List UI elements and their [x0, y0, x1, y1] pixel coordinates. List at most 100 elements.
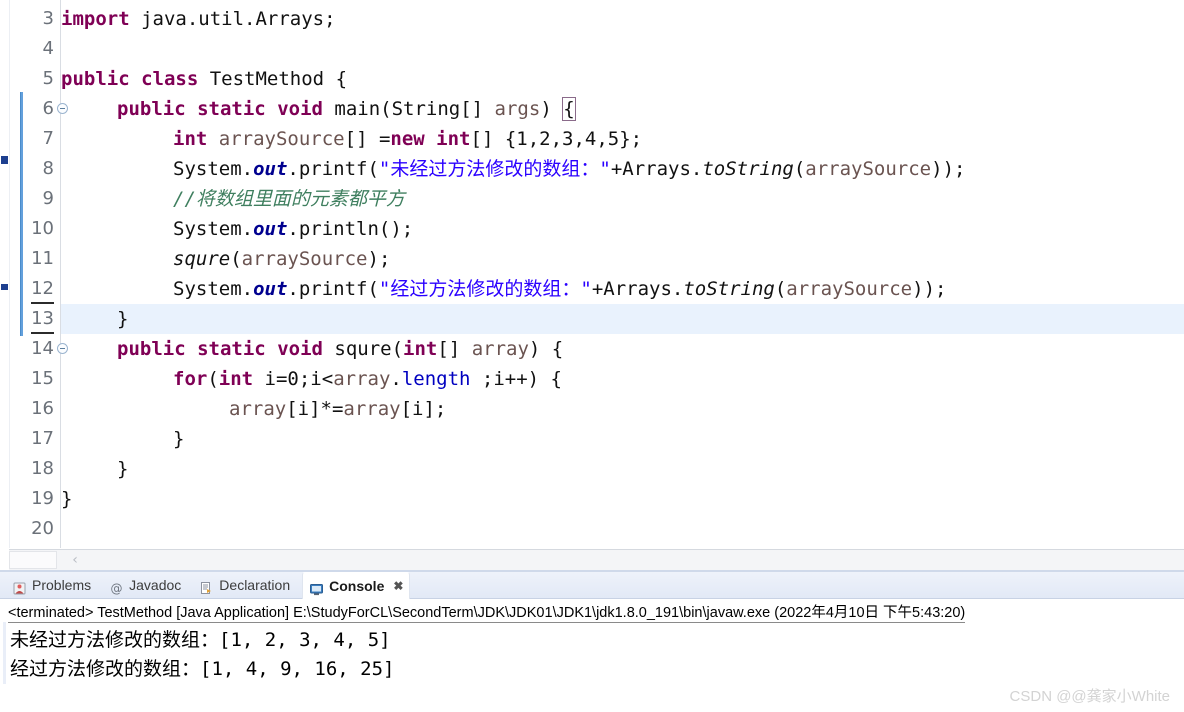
code-line[interactable]: for(int i=0;i<array.length ;i++) { — [61, 364, 1184, 394]
code-token: } — [117, 458, 129, 480]
line-number: 3 — [42, 8, 54, 29]
close-icon[interactable]: ✖ — [393, 573, 403, 599]
line-number-row: 9 — [23, 184, 60, 214]
java-editor[interactable]: 3 4 5 6 7 8 9 10 11 12 13 14 15 16 17 18 19 20 import jav… — [0, 0, 1184, 548]
code-token: arraySource — [218, 128, 345, 150]
code-line[interactable]: } — [61, 454, 1184, 484]
line-number: 9 — [42, 188, 54, 209]
line-number-row: 11 — [23, 244, 60, 274]
code-line[interactable]: import java.util.Arrays; — [61, 4, 1184, 34]
line-number-gutter: 3 4 5 6 7 8 9 10 11 12 13 14 15 16 17 18 19 20 — [23, 0, 68, 548]
scroll-left-arrow-icon[interactable]: ‹ — [67, 552, 83, 568]
line-number-row: 14 — [23, 334, 68, 364]
line-number-row: 19 — [23, 484, 60, 514]
code-token: int — [218, 368, 254, 390]
problems-icon — [12, 578, 27, 594]
annotation-marker[interactable] — [1, 284, 8, 290]
code-line[interactable]: System.out.printf("经过方法修改的数组："+Arrays.to… — [61, 274, 1184, 304]
code-token: )); — [931, 158, 966, 180]
code-token: .printf( — [287, 158, 379, 180]
line-number: 10 — [31, 218, 54, 239]
code-line-text: System.out.println(); — [173, 214, 413, 244]
code-token: length — [401, 368, 471, 390]
code-token: .println(); — [287, 218, 414, 240]
code-line-text: } — [173, 424, 184, 454]
code-token: array — [471, 338, 529, 360]
code-line[interactable] — [61, 34, 1184, 64]
code-line[interactable] — [61, 514, 1184, 544]
code-token: +Arrays. — [610, 158, 703, 180]
eclipse-ide-screenshot: 3 4 5 6 7 8 9 10 11 12 13 14 15 16 17 18 19 20 import jav… — [0, 0, 1184, 712]
code-token: [] — [437, 338, 472, 360]
code-token: out — [253, 158, 288, 180]
line-number: 18 — [31, 458, 54, 479]
console-output-line: 经过方法修改的数组：[1, 4, 9, 16, 25] — [10, 658, 395, 680]
code-token: "经过方法修改的数组：" — [378, 278, 592, 300]
code-token: System. — [173, 218, 254, 240]
code-token: class — [141, 68, 199, 90]
code-line[interactable]: int arraySource[] =new int[] {1,2,3,4,5}… — [61, 124, 1184, 154]
line-number-row: 20 — [23, 514, 60, 544]
annotation-marker[interactable] — [1, 156, 8, 164]
editor-horizontal-scrollbar[interactable]: ‹ — [9, 549, 1184, 570]
code-token: main(String[] — [322, 98, 495, 120]
tab-label: Javadoc — [129, 577, 182, 593]
code-token: public — [61, 68, 130, 90]
code-line[interactable]: } — [61, 424, 1184, 454]
code-line-text: array[i]*=array[i]; — [229, 394, 446, 424]
line-number: 4 — [42, 38, 54, 59]
code-token: ( — [207, 368, 219, 390]
code-token: int — [173, 128, 208, 150]
code-line-text: int arraySource[] =new int[] {1,2,3,4,5}… — [173, 124, 642, 154]
code-line[interactable]: public static void squre(int[] array) { — [61, 334, 1184, 364]
console-icon — [309, 579, 324, 595]
code-token: System. — [173, 158, 254, 180]
code-token: public — [117, 338, 186, 360]
code-token: TestMethod { — [198, 68, 348, 90]
code-line[interactable]: } — [61, 484, 1184, 514]
code-token: array — [343, 398, 401, 420]
tab-console[interactable]: Console ✖ — [302, 572, 411, 599]
code-line[interactable]: System.out.printf("未经过方法修改的数组："+Arrays.t… — [61, 154, 1184, 184]
code-line[interactable]: public class TestMethod { — [61, 64, 1184, 94]
code-line[interactable]: array[i]*=array[i]; — [61, 394, 1184, 424]
panel-tab-bar[interactable]: Problems @ Javadoc Declaration Console ✖ — [0, 572, 1184, 599]
console-output-line: 未经过方法修改的数组：[1, 2, 3, 4, 5] — [10, 629, 391, 651]
tab-javadoc[interactable]: @ Javadoc — [103, 572, 187, 598]
declaration-icon — [199, 578, 214, 594]
line-number: 20 — [31, 518, 54, 539]
scrollbar-thumb[interactable] — [9, 551, 57, 569]
folding-ruler[interactable] — [10, 0, 34, 548]
code-line[interactable]: squre(arraySource); — [61, 244, 1184, 274]
code-token: void — [277, 338, 323, 360]
code-line[interactable]: System.out.println(); — [61, 214, 1184, 244]
line-number: 5 — [42, 68, 54, 89]
code-line-text: public class TestMethod { — [61, 64, 347, 94]
code-token: import — [61, 8, 130, 30]
tab-declaration[interactable]: Declaration — [193, 572, 296, 598]
code-token: ) { — [528, 338, 564, 360]
code-token: i=0;i< — [253, 368, 334, 390]
code-token: squre( — [322, 338, 404, 360]
line-number: 16 — [31, 398, 54, 419]
svg-text:@: @ — [111, 581, 123, 595]
tab-problems[interactable]: Problems — [6, 572, 97, 598]
annotation-ruler[interactable] — [0, 0, 10, 548]
console-output: 未经过方法修改的数组：[1, 2, 3, 4, 5] 经过方法修改的数组：[1, … — [10, 626, 394, 684]
code-line[interactable]: } — [61, 304, 1184, 334]
code-token: ( — [230, 248, 242, 270]
tab-label: Declaration — [219, 577, 291, 593]
code-token: new — [390, 128, 425, 150]
line-number-row: 3 — [23, 4, 60, 34]
code-line[interactable]: public static void main(String[] args) { — [61, 94, 1184, 124]
line-number: 13 — [31, 304, 54, 334]
code-token: java.util.Arrays; — [129, 8, 336, 30]
code-token: ;i++) { — [470, 368, 562, 390]
code-token: squre — [173, 248, 231, 270]
code-token: +Arrays. — [591, 278, 684, 300]
code-content[interactable]: import java.util.Arrays; public class Tes… — [61, 0, 1184, 548]
code-line[interactable]: //将数组里面的元素都平方 — [61, 184, 1184, 214]
